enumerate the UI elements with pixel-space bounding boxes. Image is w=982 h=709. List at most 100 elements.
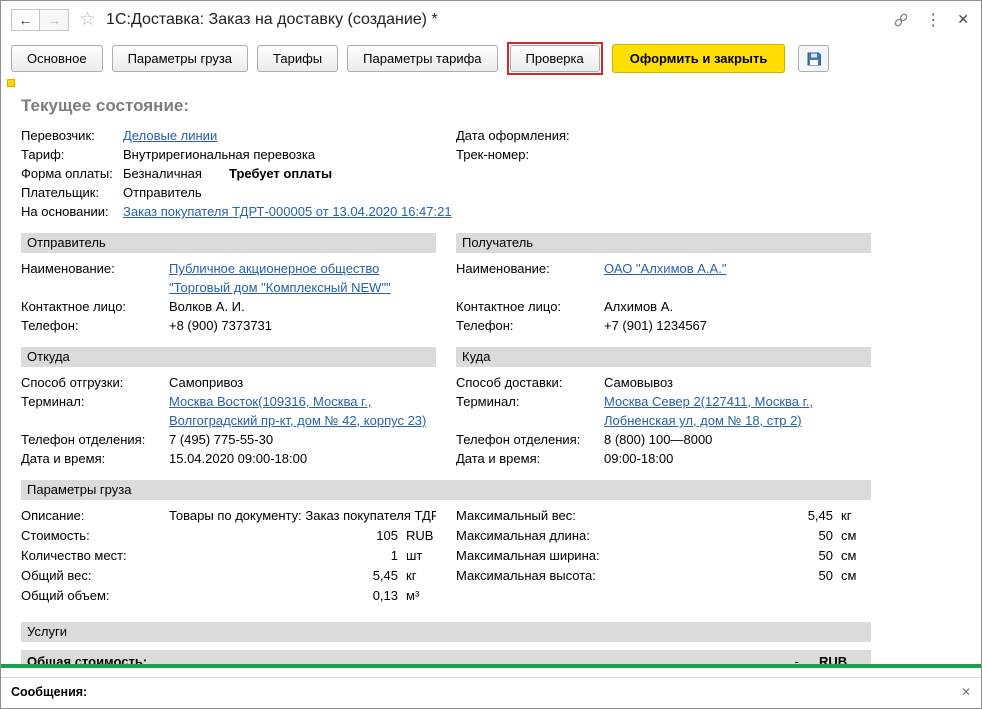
payment-form-value: Безналичная [123,166,202,181]
cargo-max-length-value: 50 [818,528,833,543]
back-arrow-icon: ← [18,11,33,28]
current-state-right: Дата оформления: Трек-номер: [456,126,961,221]
destination-phone-label: Телефон отделения: [456,432,581,447]
submit-and-close-button[interactable]: Оформить и закрыть [611,44,786,73]
form-content: Текущее состояние: Перевозчик: Деловые л… [1,84,981,664]
cargo-max-length-row: Максимальная длина: 50 см [456,526,871,546]
destination-section-header: Куда [456,347,871,367]
route-headers: Откуда Куда [21,335,961,373]
track-number-row: Трек-номер: [456,145,961,164]
destination-terminal-link[interactable]: Москва Север 2(127411, Москва г., Лобнен… [604,392,871,430]
window-close-icon[interactable]: ✕ [957,11,969,28]
origin-terminal-label: Терминал: [21,394,85,409]
floppy-icon [807,52,821,65]
cargo-places-value: 1 [390,548,398,563]
titlebar: ← → ☆ 1С:Доставка: Заказ на доставку (со… [1,1,981,38]
destination-method-value: Самовывоз [604,375,673,390]
receiver-phone-label: Телефон: [456,318,514,333]
tab-main[interactable]: Основное [11,45,103,72]
cargo-max-height-row: Максимальная высота: 50 см [456,566,871,586]
save-button[interactable] [798,45,830,72]
forward-button[interactable]: → [40,8,69,31]
origin-method-value: Самопривоз [169,375,244,390]
destination-datetime-row: Дата и время: 09:00-18:00 [456,449,871,468]
cargo-description-value: Товары по документу: Заказ покупателя ТД… [169,508,436,523]
route-section: Способ отгрузки: Самопривоз Терминал: Мо… [21,373,961,468]
get-link-icon[interactable] [893,12,909,28]
origin-terminal-row: Терминал: Москва Восток(109316, Москва г… [21,392,436,430]
receiver-name-row: Наименование: ОАО "Алхимов А.А." [456,259,871,297]
cargo-max-height-label: Максимальная высота: [456,568,596,583]
basis-row: На основании: Заказ покупателя ТДРТ-0000… [21,202,456,221]
total-cost-label: Общая стоимость: [27,654,148,664]
destination-method-label: Способ доставки: [456,375,563,390]
registration-date-label: Дата оформления: [456,128,570,143]
sender-phone-value: +8 (900) 7373731 [169,318,273,333]
favorite-star-icon[interactable]: ☆ [79,8,96,31]
payment-status-badge: Требует оплаты [229,166,333,181]
tab-tariff-params[interactable]: Параметры тарифа [347,45,498,72]
back-button[interactable]: ← [11,8,40,31]
cargo-max-weight-row: Максимальный вес: 5,45 кг [456,506,871,526]
destination-column: Способ доставки: Самовывоз Терминал: Мос… [456,373,871,468]
origin-method-row: Способ отгрузки: Самопривоз [21,373,436,392]
check-button[interactable]: Проверка [509,45,600,72]
carrier-row: Перевозчик: Деловые линии [21,126,456,145]
cargo-max-width-unit: см [841,548,857,563]
cargo-places-label: Количество мест: [21,548,127,563]
toolbar: Основное Параметры груза Тарифы Параметр… [1,38,981,84]
cargo-places-row: Количество мест: 1 шт [21,546,436,566]
cargo-max-height-value: 50 [818,568,833,583]
window-title: 1С:Доставка: Заказ на доставку (создание… [106,10,438,28]
forward-arrow-icon: → [47,11,61,28]
app-window: ← → ☆ 1С:Доставка: Заказ на доставку (со… [0,0,982,709]
origin-phone-row: Телефон отделения: 7 (495) 775-55-30 [21,430,436,449]
tab-cargo-params[interactable]: Параметры груза [111,45,249,72]
cargo-weight-row: Общий вес: 5,45 кг [21,566,436,586]
cargo-volume-label: Общий объем: [21,588,110,603]
cargo-max-length-label: Максимальная длина: [456,528,590,543]
destination-phone-row: Телефон отделения: 8 (800) 100—8000 [456,430,871,449]
sender-phone-row: Телефон: +8 (900) 7373731 [21,316,436,335]
sender-section-header: Отправитель [21,233,436,253]
nav-history: ← → [11,8,69,31]
cargo-cost-row: Стоимость: 105 RUB [21,526,436,546]
cargo-description-row: Описание: Товары по документу: Заказ пок… [21,506,436,526]
cargo-description-label: Описание: [21,508,85,523]
footer: Сообщения: ✕ [1,664,981,708]
cargo-volume-value: 0,13 [372,588,398,603]
cargo-right-column: Максимальный вес: 5,45 кг Максимальная д… [456,506,871,606]
cargo-max-width-value: 50 [818,548,833,563]
origin-datetime-label: Дата и время: [21,451,106,466]
origin-column: Способ отгрузки: Самопривоз Терминал: Мо… [21,373,436,468]
receiver-contact-label: Контактное лицо: [456,299,562,314]
sender-name-link[interactable]: Публичное акционерное общество "Торговый… [169,259,436,297]
carrier-link[interactable]: Деловые линии [123,126,217,145]
cargo-volume-unit: м³ [406,588,420,603]
total-cost-value: - [794,654,799,664]
payer-row: Плательщик: Отправитель [21,183,456,202]
destination-datetime-label: Дата и время: [456,451,541,466]
origin-terminal-link[interactable]: Москва Восток(109316, Москва г., Волгогр… [169,392,436,430]
messages-panel: Сообщения: ✕ [1,677,981,708]
messages-close-icon[interactable]: ✕ [961,685,971,699]
origin-method-label: Способ отгрузки: [21,375,124,390]
cargo-cost-unit: RUB [406,528,434,543]
track-number-label: Трек-номер: [456,147,530,162]
sender-contact-row: Контактное лицо: Волков А. И. [21,297,436,316]
tab-tariffs[interactable]: Тарифы [257,45,339,72]
cargo-cost-value: 105 [376,528,398,543]
sender-name-row: Наименование: Публичное акционерное обще… [21,259,436,297]
receiver-name-link[interactable]: ОАО "Алхимов А.А." [604,259,726,297]
receiver-name-label: Наименование: [456,261,550,276]
more-menu-icon[interactable]: ⋮ [925,10,941,30]
origin-datetime-row: Дата и время: 15.04.2020 09:00-18:00 [21,449,436,468]
modified-marker [7,79,15,87]
basis-document-link[interactable]: Заказ покупателя ТДРТ-000005 от 13.04.20… [123,202,452,221]
origin-section-header: Откуда [21,347,436,367]
cargo-cost-label: Стоимость: [21,528,90,543]
destination-terminal-row: Терминал: Москва Север 2(127411, Москва … [456,392,871,430]
cargo-left-column: Описание: Товары по документу: Заказ пок… [21,506,436,606]
total-cost-bar: Общая стоимость: - RUB [21,650,871,664]
cargo-max-weight-label: Максимальный вес: [456,508,576,523]
